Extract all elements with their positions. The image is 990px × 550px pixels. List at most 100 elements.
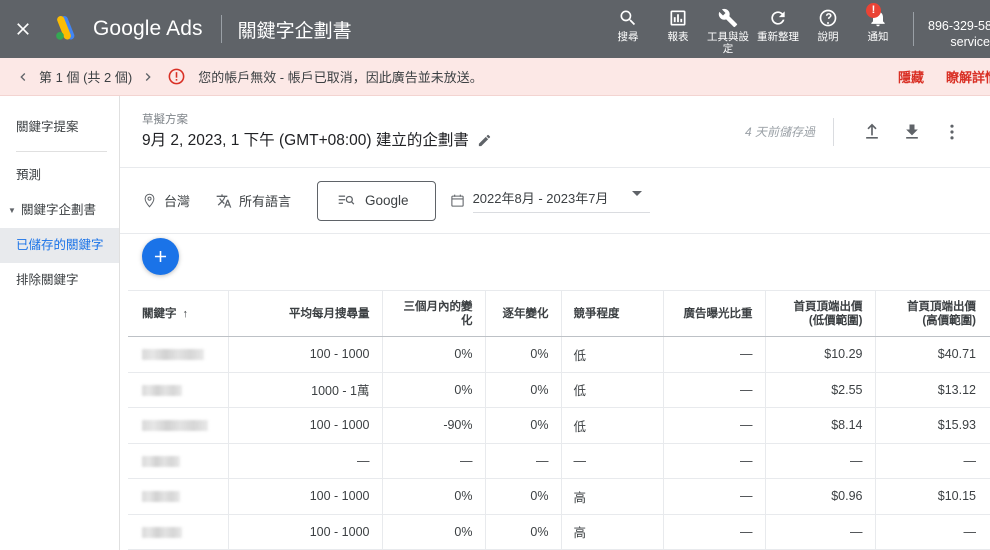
table-row[interactable]: 100 - 1000 -90% 0% 低 — $8.14 $15.93 — [128, 407, 990, 444]
table-row[interactable]: 100 - 1000 0% 0% 高 — $0.96 $10.15 — [128, 478, 990, 515]
cell-bid-high: $13.12 — [875, 372, 990, 408]
cell-bid-high: — — [875, 443, 990, 479]
help-circle-icon — [818, 7, 838, 29]
cell-impression-share: — — [663, 478, 766, 515]
cell-bid-low: — — [765, 443, 876, 479]
cell-bid-low: $10.29 — [765, 336, 876, 373]
cell-change-yoy: 0% — [485, 478, 562, 515]
fab-row — [120, 234, 990, 290]
google-ads-logo — [48, 11, 84, 47]
column-header-competition[interactable]: 競爭程度 — [561, 290, 664, 337]
filter-date-range-label: 2022年8月 - 2023年7月 — [472, 188, 651, 213]
alert-message: 您的帳戶無效 - 帳戶已取消，因此廣告並未放送。 — [198, 70, 483, 85]
pencil-icon[interactable] — [477, 133, 492, 148]
chevron-left-icon — [20, 72, 26, 81]
keywords-table-wrapper: 關鍵字 ↑ 平均每月搜尋量 三個月內的變化 逐年變化 競爭程度 廣告曝光比重 首頁… — [120, 290, 990, 550]
cell-competition: 低 — [561, 372, 664, 408]
cell-impression-share: — — [663, 514, 766, 550]
plan-saved-status: 4 天前儲存過 — [744, 125, 815, 139]
column-header-impression-share[interactable]: 廣告曝光比重 — [663, 290, 766, 337]
toolbar-label-notifications: 通知 — [867, 31, 889, 43]
sidebar-item-keyword-ideas[interactable]: 關鍵字提案 — [0, 110, 119, 145]
cell-bid-high: $40.71 — [875, 336, 990, 373]
search-icon — [618, 7, 638, 29]
caret-down-icon: ▼ — [8, 206, 16, 215]
cell-keyword — [128, 514, 229, 550]
calendar-icon — [450, 193, 465, 208]
download-button[interactable] — [892, 112, 932, 152]
filter-date-range[interactable]: 2022年8月 - 2023年7月 — [450, 188, 651, 213]
filter-language[interactable]: 所有語言 — [216, 191, 291, 210]
alert-next-button[interactable] — [137, 66, 159, 88]
cell-change-3mo: 0% — [382, 372, 486, 408]
sidebar-item-saved-keywords[interactable]: 已儲存的關鍵字 — [0, 228, 119, 263]
alert-prev-button[interactable] — [12, 66, 34, 88]
location-pin-icon — [142, 193, 157, 208]
header-toolbar: 搜尋 報表 工具與設定 重新整理 說明 ! 通知 — [603, 0, 903, 58]
table-row[interactable]: — — — — — — — — [128, 443, 990, 479]
cell-change-3mo: 0% — [382, 514, 486, 550]
column-header-keyword[interactable]: 關鍵字 ↑ — [128, 290, 229, 337]
cell-change-yoy: 0% — [485, 407, 562, 444]
table-row[interactable]: 100 - 1000 0% 0% 高 — — — — [128, 514, 990, 550]
cell-change-yoy: 0% — [485, 372, 562, 408]
cell-change-yoy: — — [485, 443, 562, 479]
toolbar-item-refresh[interactable]: 重新整理 — [753, 4, 803, 43]
table-row[interactable]: 1000 - 1萬 0% 0% 低 — $2.55 $13.12 — [128, 372, 990, 408]
share-button[interactable] — [852, 112, 892, 152]
more-options-button[interactable] — [932, 112, 972, 152]
toolbar-item-notifications[interactable]: ! 通知 — [853, 3, 903, 43]
cell-avg-searches: 100 - 1000 — [228, 336, 383, 373]
sidebar-item-keyword-plan[interactable]: ▼ 關鍵字企劃書 — [0, 193, 119, 228]
close-icon — [17, 23, 29, 35]
table-row[interactable]: 100 - 1000 0% 0% 低 — $10.29 $40.71 — [128, 336, 990, 373]
sidebar-item-forecast[interactable]: 預測 — [0, 158, 119, 193]
alert-learn-more-link[interactable]: 瞭解詳情 — [946, 67, 990, 86]
plan-titles: 草擬方案 9月 2, 2023, 1 下午 (GMT+08:00) 建立的企劃書 — [142, 112, 492, 151]
filter-location[interactable]: 台灣 — [142, 191, 190, 210]
redacted-keyword — [142, 384, 182, 396]
toolbar-label-refresh: 重新整理 — [757, 31, 799, 43]
alert-navigation: 第 1 個 (共 2 個) — [12, 66, 159, 88]
toolbar-item-reports[interactable]: 報表 — [653, 4, 703, 43]
filter-network-label: Google — [365, 193, 409, 208]
column-header-avg-searches[interactable]: 平均每月搜尋量 — [228, 290, 383, 337]
more-vert-icon — [950, 124, 954, 139]
table-header-row: 關鍵字 ↑ 平均每月搜尋量 三個月內的變化 逐年變化 競爭程度 廣告曝光比重 首頁… — [128, 290, 990, 337]
plan-header: 草擬方案 9月 2, 2023, 1 下午 (GMT+08:00) 建立的企劃書… — [120, 96, 990, 168]
share-icon — [866, 123, 878, 139]
column-header-bid-low[interactable]: 首頁頂端出價 (低價範圍) — [765, 290, 876, 337]
column-header-change-3mo[interactable]: 三個月內的變化 — [382, 290, 486, 337]
alert-hide-link[interactable]: 隱藏 — [898, 67, 924, 86]
plan-actions-divider — [833, 117, 834, 146]
sidebar-divider — [16, 151, 107, 152]
column-header-bid-high[interactable]: 首頁頂端出價 (高價範圍) — [875, 290, 990, 337]
cell-impression-share: — — [663, 372, 766, 408]
toolbar-item-tools-settings[interactable]: 工具與設定 — [703, 4, 753, 55]
cell-competition: 高 — [561, 514, 664, 550]
cell-change-3mo: 0% — [382, 478, 486, 515]
page-title: 關鍵字企劃書 — [237, 20, 352, 42]
filter-network[interactable]: Google — [317, 180, 436, 221]
add-keywords-button[interactable] — [142, 238, 179, 275]
cell-avg-searches: 100 - 1000 — [228, 407, 383, 444]
account-info[interactable]: 896-329-584 service — [928, 8, 990, 50]
notification-badge: ! — [866, 3, 881, 18]
toolbar-item-search[interactable]: 搜尋 — [603, 4, 653, 43]
cell-avg-searches: 1000 - 1萬 — [228, 372, 383, 408]
filter-location-label: 台灣 — [164, 194, 191, 209]
cell-change-3mo: 0% — [382, 336, 486, 373]
cell-bid-low: $0.96 — [765, 478, 876, 515]
sidebar-item-negative-keywords[interactable]: 排除關鍵字 — [0, 263, 119, 298]
toolbar-item-help[interactable]: 說明 — [803, 4, 853, 43]
column-header-change-yoy[interactable]: 逐年變化 — [485, 290, 562, 337]
toolbar-label-reports: 報表 — [667, 31, 689, 43]
bar-chart-icon — [668, 7, 688, 29]
cell-avg-searches: 100 - 1000 — [228, 514, 383, 550]
bell-icon: ! — [866, 3, 888, 29]
date-range-text: 2022年8月 - 2023年7月 — [472, 191, 609, 206]
close-button[interactable] — [0, 0, 46, 58]
cell-impression-share: — — [663, 336, 766, 373]
cell-bid-low: $8.14 — [765, 407, 876, 444]
plus-icon — [154, 250, 167, 263]
